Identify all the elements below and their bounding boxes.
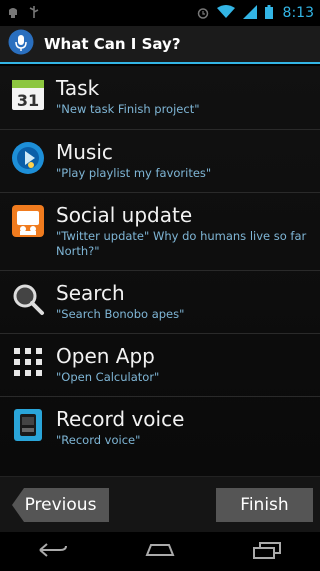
finish-button[interactable]: Finish	[216, 488, 313, 522]
item-subtitle: "Record voice"	[56, 433, 141, 447]
list-item-music[interactable]: Music "Play playlist my favorites"	[0, 129, 320, 192]
list-item-search[interactable]: Search "Search Bonobo apes"	[0, 270, 320, 333]
list-item-open-app[interactable]: Open App "Open Calculator"	[0, 333, 320, 396]
action-bar: What Can I Say?	[0, 26, 320, 64]
signal-icon	[242, 4, 257, 23]
item-title: Task	[56, 76, 100, 100]
navigation-bar	[0, 532, 320, 571]
button-bar: Previous Finish	[0, 476, 320, 533]
list-item-task[interactable]: 31 Task "New task Finish project"	[0, 66, 320, 129]
list-item-record-voice[interactable]: Record voice "Record voice"	[0, 396, 320, 459]
item-subtitle: "Play playlist my favorites"	[56, 166, 212, 180]
music-icon	[10, 140, 46, 176]
item-subtitle: "Search Bonobo apes"	[56, 307, 185, 321]
usb-icon	[28, 4, 40, 23]
item-title: Open App	[56, 344, 155, 368]
list-item-social-update[interactable]: Social update "Twitter update" Why do hu…	[0, 192, 320, 270]
item-title: Search	[56, 281, 125, 305]
alarm-icon	[197, 4, 209, 23]
svg-text:31: 31	[17, 91, 39, 110]
recent-apps-icon[interactable]	[252, 541, 282, 563]
back-icon[interactable]	[38, 542, 68, 562]
social-icon	[10, 203, 46, 239]
usb-debug-icon	[6, 4, 20, 23]
item-subtitle: "Twitter update" Why do humans live so f…	[56, 229, 307, 258]
microphone-icon[interactable]	[8, 29, 34, 59]
apps-grid-icon	[10, 344, 46, 380]
app-title: What Can I Say?	[44, 35, 181, 53]
voice-recorder-icon	[10, 407, 46, 443]
item-title: Social update	[56, 203, 193, 227]
item-title: Record voice	[56, 407, 185, 431]
previous-button[interactable]: Previous	[12, 488, 109, 522]
battery-icon	[264, 4, 273, 23]
home-icon[interactable]	[143, 542, 177, 561]
search-icon	[10, 281, 46, 317]
calendar-icon: 31	[10, 76, 46, 112]
status-time: 8:13	[282, 5, 314, 21]
item-subtitle: "New task Finish project"	[56, 102, 200, 116]
status-bar: 8:13	[0, 0, 320, 26]
command-list: 31 Task "New task Finish project" Music …	[0, 66, 320, 476]
item-subtitle: "Open Calculator"	[56, 370, 160, 384]
item-title: Music	[56, 140, 113, 164]
wifi-icon	[216, 4, 235, 23]
